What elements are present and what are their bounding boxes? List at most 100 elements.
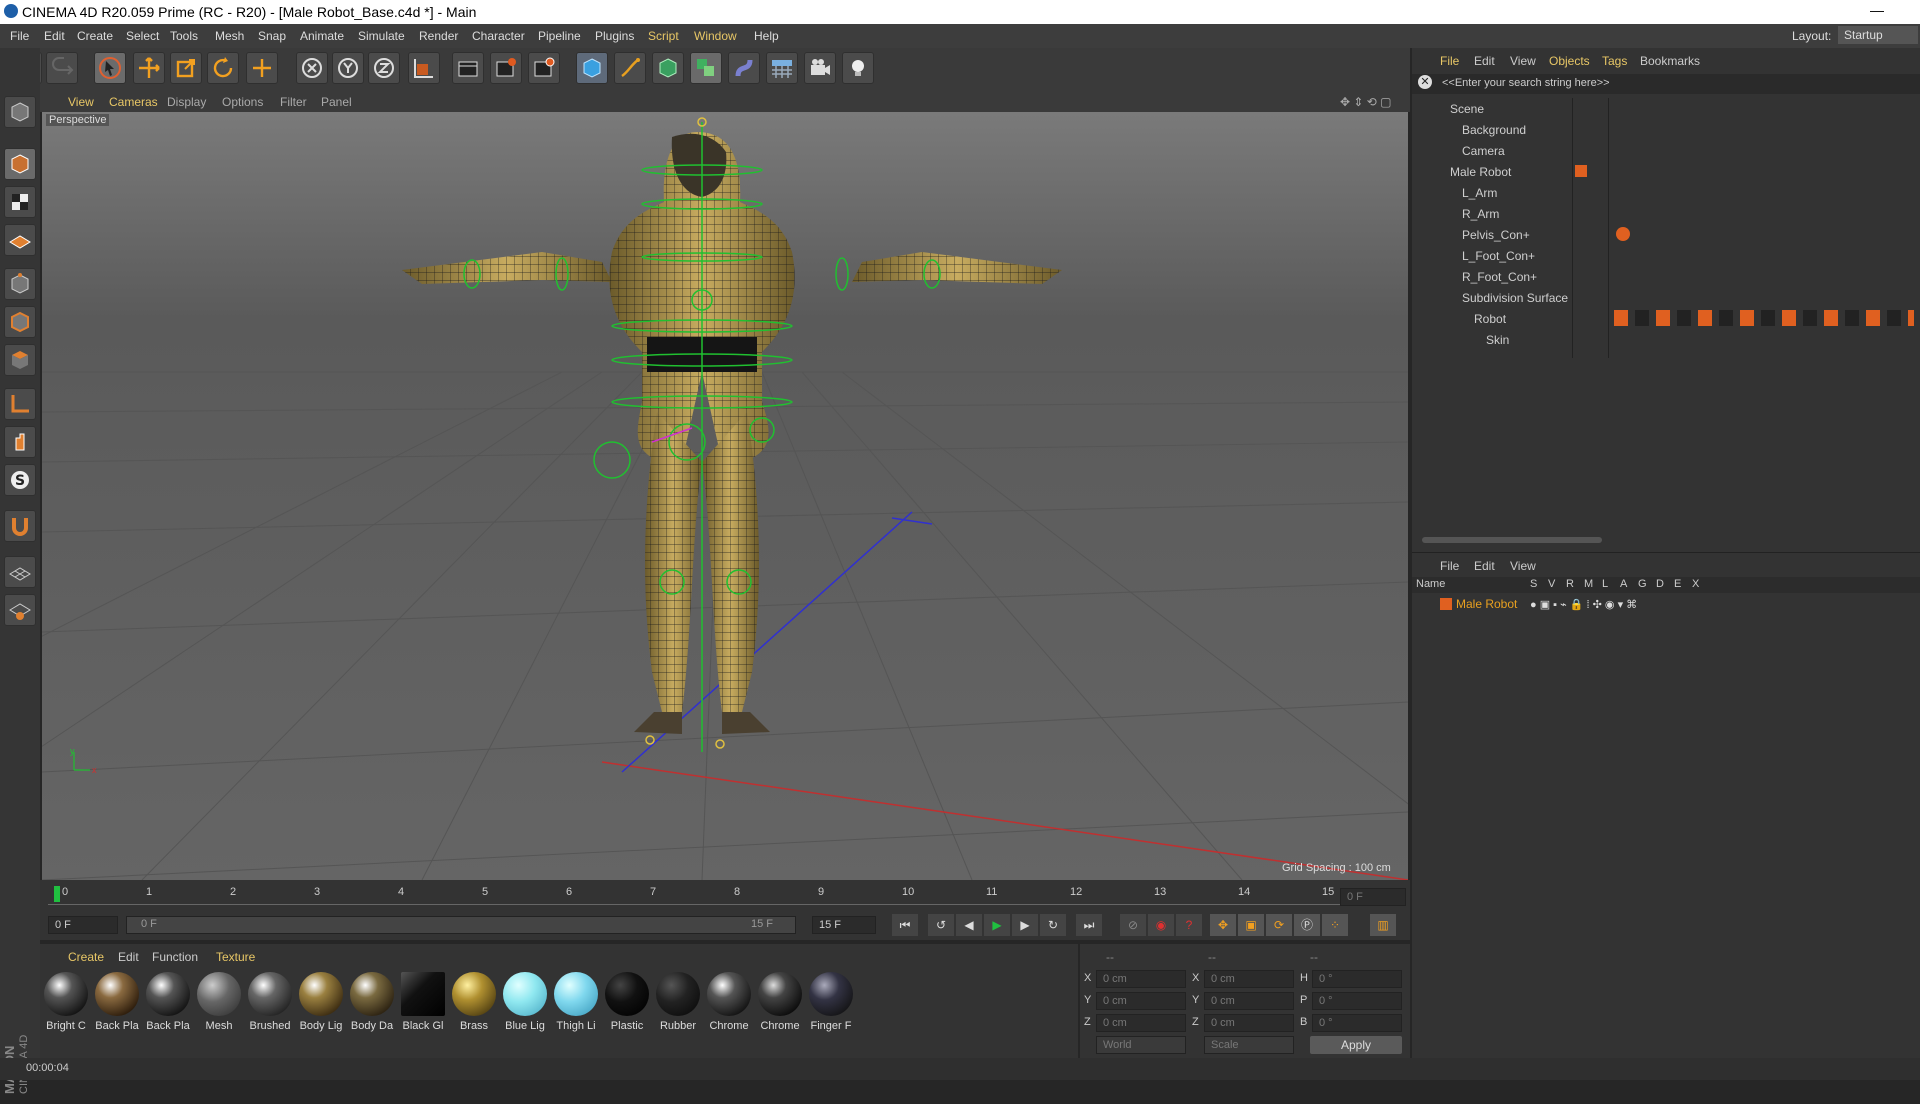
array-icon[interactable] — [690, 52, 722, 84]
size-y-field[interactable]: 0 cm — [1204, 992, 1294, 1010]
viewport-menu-options[interactable]: Options — [222, 95, 263, 109]
play-icon[interactable]: ▶ — [984, 914, 1010, 936]
pos-x-field[interactable]: 0 cm — [1096, 970, 1186, 988]
current-frame-field[interactable]: 0 F — [1340, 888, 1406, 906]
render-picture-viewer-icon[interactable] — [490, 52, 522, 84]
object-row-robot[interactable]: Robot — [1412, 308, 1920, 329]
rot-b-field[interactable]: 0 ° — [1312, 1014, 1402, 1032]
lm-menu-file[interactable]: File — [1440, 559, 1459, 573]
perspective-viewport[interactable]: Perspective y x Grid Spacing : 100 cm — [42, 112, 1408, 880]
layer-row[interactable]: Male Robot ● ▣ ▪ ⌁ 🔒 ⁞ ✣ ◉ ▾ ⌘ — [1412, 595, 1920, 613]
z-axis-icon[interactable] — [368, 52, 400, 84]
mm-menu-texture[interactable]: Texture — [216, 950, 255, 964]
layer-name[interactable]: Male Robot — [1456, 597, 1517, 611]
material-swatch[interactable]: Mesh — [195, 972, 243, 1032]
timeline-window-icon[interactable]: ▥ — [1370, 914, 1396, 936]
apply-button[interactable]: Apply — [1310, 1036, 1402, 1054]
go-to-end-icon[interactable]: ⏭ — [1076, 914, 1102, 936]
menu-mesh[interactable]: Mesh — [215, 29, 244, 43]
viewport-menu-display[interactable]: Display — [167, 95, 206, 109]
mm-menu-edit[interactable]: Edit — [118, 950, 139, 964]
range-slider[interactable]: 0 F 15 F — [126, 916, 796, 934]
pos-y-field[interactable]: 0 cm — [1096, 992, 1186, 1010]
object-row-l-arm[interactable]: L_Arm — [1412, 182, 1920, 203]
menu-character[interactable]: Character — [472, 29, 525, 43]
x-axis-icon[interactable] — [296, 52, 328, 84]
model-mode-icon[interactable] — [4, 148, 36, 180]
object-row-r-foot-con[interactable]: R_Foot_Con+ — [1412, 266, 1920, 287]
start-frame-field[interactable]: 0 F — [48, 916, 118, 934]
environment-icon[interactable] — [766, 52, 798, 84]
object-manager-scrollbar[interactable] — [1422, 537, 1602, 543]
lm-menu-view[interactable]: View — [1510, 559, 1536, 573]
material-swatch[interactable]: Chrome — [756, 972, 804, 1032]
coordinate-system-icon[interactable] — [408, 52, 440, 84]
position-key-icon[interactable]: ✥ — [1210, 914, 1236, 936]
axis-mode-icon[interactable] — [4, 388, 36, 420]
menu-tools[interactable]: Tools — [170, 29, 198, 43]
pos-z-field[interactable]: 0 cm — [1096, 1014, 1186, 1032]
point-level-icon[interactable]: ⁘ — [1322, 914, 1348, 936]
light-icon[interactable] — [842, 52, 874, 84]
record-icon[interactable]: ⊘ — [1120, 914, 1146, 936]
next-frame-icon[interactable]: ▶ — [1012, 914, 1038, 936]
object-row-scene[interactable]: Scene — [1412, 98, 1920, 119]
points-mode-icon[interactable] — [4, 268, 36, 300]
menu-edit[interactable]: Edit — [44, 29, 65, 43]
object-row-l-foot-con[interactable]: L_Foot_Con+ — [1412, 245, 1920, 266]
menu-animate[interactable]: Animate — [300, 29, 344, 43]
edit-render-settings-icon[interactable] — [528, 52, 560, 84]
material-swatch[interactable]: Chrome — [705, 972, 753, 1032]
move-icon[interactable] — [133, 52, 165, 84]
deformer-icon[interactable] — [728, 52, 760, 84]
camera-icon[interactable] — [804, 52, 836, 84]
coordinate-space-dropdown[interactable]: World — [1096, 1036, 1186, 1054]
viewport-menu-panel[interactable]: Panel — [321, 95, 352, 109]
material-swatch[interactable]: Brass — [450, 972, 498, 1032]
parameter-key-icon[interactable]: Ⓟ — [1294, 914, 1320, 936]
workplane-mode-icon[interactable] — [4, 224, 36, 256]
edges-mode-icon[interactable] — [4, 306, 36, 338]
select-icon[interactable] — [94, 52, 126, 84]
transform-icon[interactable] — [246, 52, 278, 84]
previous-key-icon[interactable]: ↺ — [928, 914, 954, 936]
restriction-tag-icon[interactable] — [1616, 227, 1630, 241]
object-row-subdivision-surface[interactable]: Subdivision Surface — [1412, 287, 1920, 308]
material-swatch[interactable]: Body Da — [348, 972, 396, 1032]
menu-file[interactable]: File — [10, 29, 29, 43]
object-row-camera[interactable]: Camera — [1412, 140, 1920, 161]
object-row-skin[interactable]: Skin — [1412, 329, 1920, 350]
viewport-menu-view[interactable]: View — [68, 95, 94, 109]
viewport-menu-cameras[interactable]: Cameras — [109, 95, 158, 109]
object-row-male-robot[interactable]: Male Robot — [1412, 161, 1920, 182]
next-key-icon[interactable]: ↻ — [1040, 914, 1066, 936]
menu-simulate[interactable]: Simulate — [358, 29, 405, 43]
viewport-menu-filter[interactable]: Filter — [280, 95, 307, 109]
polygons-mode-icon[interactable] — [4, 344, 36, 376]
material-tags[interactable] — [1614, 310, 1914, 326]
search-input[interactable]: <<Enter your search string here>> — [1442, 77, 1610, 89]
material-swatch[interactable]: Brushed — [246, 972, 294, 1032]
om-menu-bookmarks[interactable]: Bookmarks — [1640, 54, 1700, 68]
rot-p-field[interactable]: 0 ° — [1312, 992, 1402, 1010]
lm-menu-edit[interactable]: Edit — [1474, 559, 1495, 573]
minimize-button[interactable]: — — [1870, 2, 1884, 18]
snap-icon[interactable] — [4, 510, 36, 542]
rotate-icon[interactable] — [207, 52, 239, 84]
menu-script[interactable]: Script — [648, 29, 679, 43]
timeline-ruler[interactable]: 0 1 2 3 4 5 6 7 8 9 10 11 12 13 14 15 — [48, 884, 1342, 906]
mm-menu-create[interactable]: Create — [68, 950, 104, 964]
menu-select[interactable]: Select — [126, 29, 159, 43]
previous-frame-icon[interactable]: ◀ — [956, 914, 982, 936]
y-axis-icon[interactable] — [332, 52, 364, 84]
end-frame-field[interactable]: 15 F — [812, 916, 876, 934]
material-swatch[interactable]: Back Pla — [93, 972, 141, 1032]
material-swatch[interactable]: Back Pla — [144, 972, 192, 1032]
menu-create[interactable]: Create — [77, 29, 113, 43]
material-swatch[interactable]: Body Lig — [297, 972, 345, 1032]
material-swatch[interactable]: Bright C — [42, 972, 90, 1032]
mm-menu-function[interactable]: Function — [152, 950, 198, 964]
object-row-background[interactable]: Background — [1412, 119, 1920, 140]
go-to-start-icon[interactable]: ⏮ — [892, 914, 918, 936]
menu-snap[interactable]: Snap — [258, 29, 286, 43]
